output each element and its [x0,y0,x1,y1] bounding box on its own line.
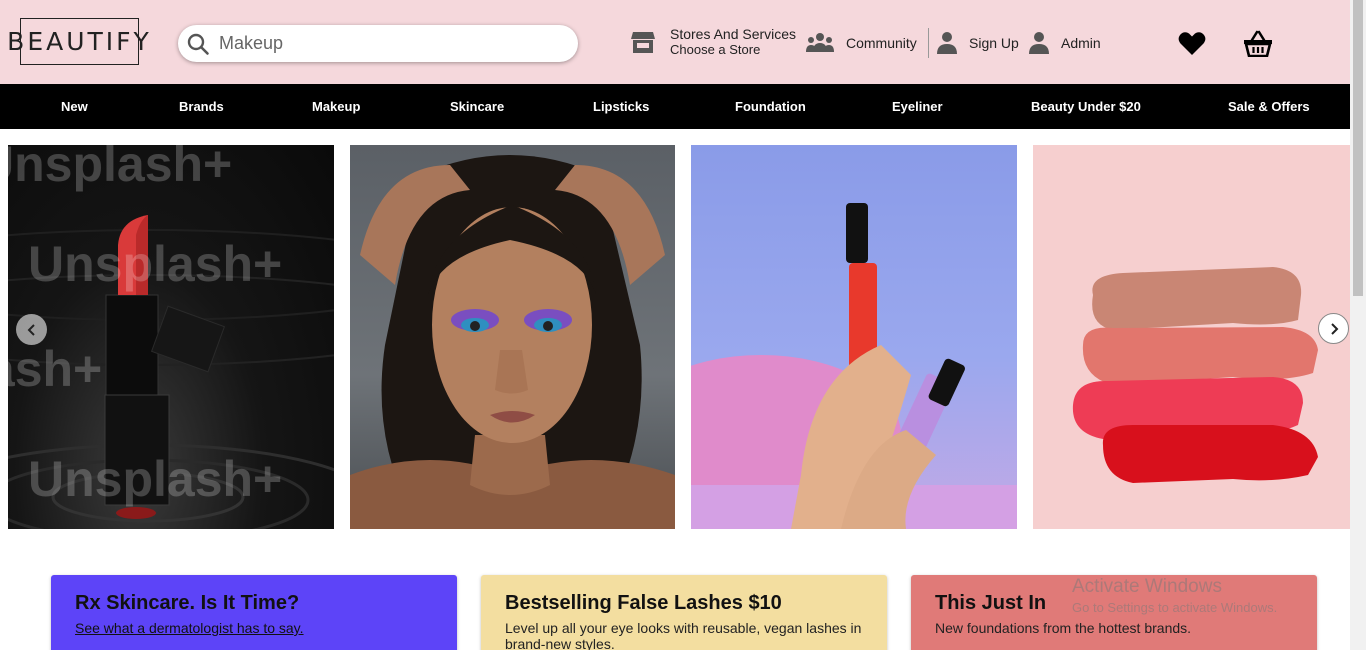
chevron-left-icon [27,323,35,336]
promo-text: New foundations from the hottest brands. [935,620,1192,636]
dermatologist-link[interactable]: See what a dermatologist has to say. [75,620,304,636]
nav-foundation[interactable]: Foundation [735,84,806,129]
sign-up-link[interactable]: Sign Up [936,31,1019,55]
cart-button[interactable] [1243,30,1273,57]
community-label: Community [846,35,917,51]
nav-makeup[interactable]: Makeup [312,84,360,129]
site-header: BEAUTIFY Stores And Services Choose a St… [0,0,1366,84]
search-input[interactable] [219,33,549,54]
chevron-right-icon [1330,322,1338,335]
carousel-slide-swatches[interactable] [1033,145,1357,529]
wishlist-button[interactable] [1178,31,1206,56]
carousel-slide-lipstick[interactable]: Unsplash+ Unsplash+ Unsplash+ Unsplash+ [8,145,334,529]
nav-eyeliner[interactable]: Eyeliner [892,84,943,129]
search-icon [187,33,209,55]
community-icon [806,33,834,52]
nav-skincare[interactable]: Skincare [450,84,504,129]
promo-card-false-lashes[interactable]: Bestselling False Lashes $10 Level up al… [481,575,887,650]
user-icon [937,32,957,54]
watermark-text: Unsplash+ [28,236,283,292]
promo-card-rx-skincare[interactable]: Rx Skincare. Is It Time? See what a derm… [51,575,457,650]
category-nav: New Brands Makeup Skincare Lipsticks Fou… [0,84,1366,129]
promo-title: Rx Skincare. Is It Time? [75,592,300,614]
scrollbar-thumb[interactable] [1353,0,1363,296]
lip-gloss-illustration [691,203,1017,529]
store-icon [631,32,655,53]
brand-logo[interactable]: BEAUTIFY [7,18,149,65]
stores-and-services[interactable]: Stores And Services Choose a Store [630,27,796,57]
watermark-text: Unsplash+ [28,451,283,507]
model-illustration [350,155,675,529]
sign-up-label: Sign Up [969,35,1019,51]
admin-label: Admin [1061,35,1101,51]
page: BEAUTIFY Stores And Services Choose a St… [0,0,1366,650]
nav-new[interactable]: New [61,84,88,129]
carousel-next-button[interactable] [1318,313,1349,344]
swatches-illustration [1072,267,1318,483]
heart-icon [1178,32,1206,55]
activate-subtitle: Go to Settings to activate Windows. [1072,600,1278,615]
nav-lipsticks[interactable]: Lipsticks [593,84,649,129]
activate-windows-watermark: Activate Windows Go to Settings to activ… [1072,576,1277,615]
nav-sale-offers[interactable]: Sale & Offers [1228,84,1310,129]
nav-beauty-under-20[interactable]: Beauty Under $20 [1031,84,1141,129]
search-bar[interactable] [178,25,578,62]
choose-store-label: Choose a Store [670,42,761,57]
header-divider [928,28,929,58]
carousel-prev-button[interactable] [16,314,47,345]
carousel-slide-makeup-model[interactable] [350,145,675,529]
community-link[interactable]: Community [806,32,917,54]
basket-icon [1244,30,1272,57]
carousel-slide-lip-gloss[interactable] [691,145,1017,529]
promo-title: Bestselling False Lashes $10 [505,592,782,614]
watermark-text: Unsplash+ [8,341,103,397]
nav-brands[interactable]: Brands [179,84,224,129]
watermark-text: Unsplash+ [8,145,233,192]
admin-user-icon [1029,32,1049,54]
stores-label: Stores And Services [670,26,797,42]
promo-text: Level up all your eye looks with reusabl… [505,620,862,650]
admin-link[interactable]: Admin [1028,31,1101,55]
activate-title: Activate Windows [1072,576,1222,597]
